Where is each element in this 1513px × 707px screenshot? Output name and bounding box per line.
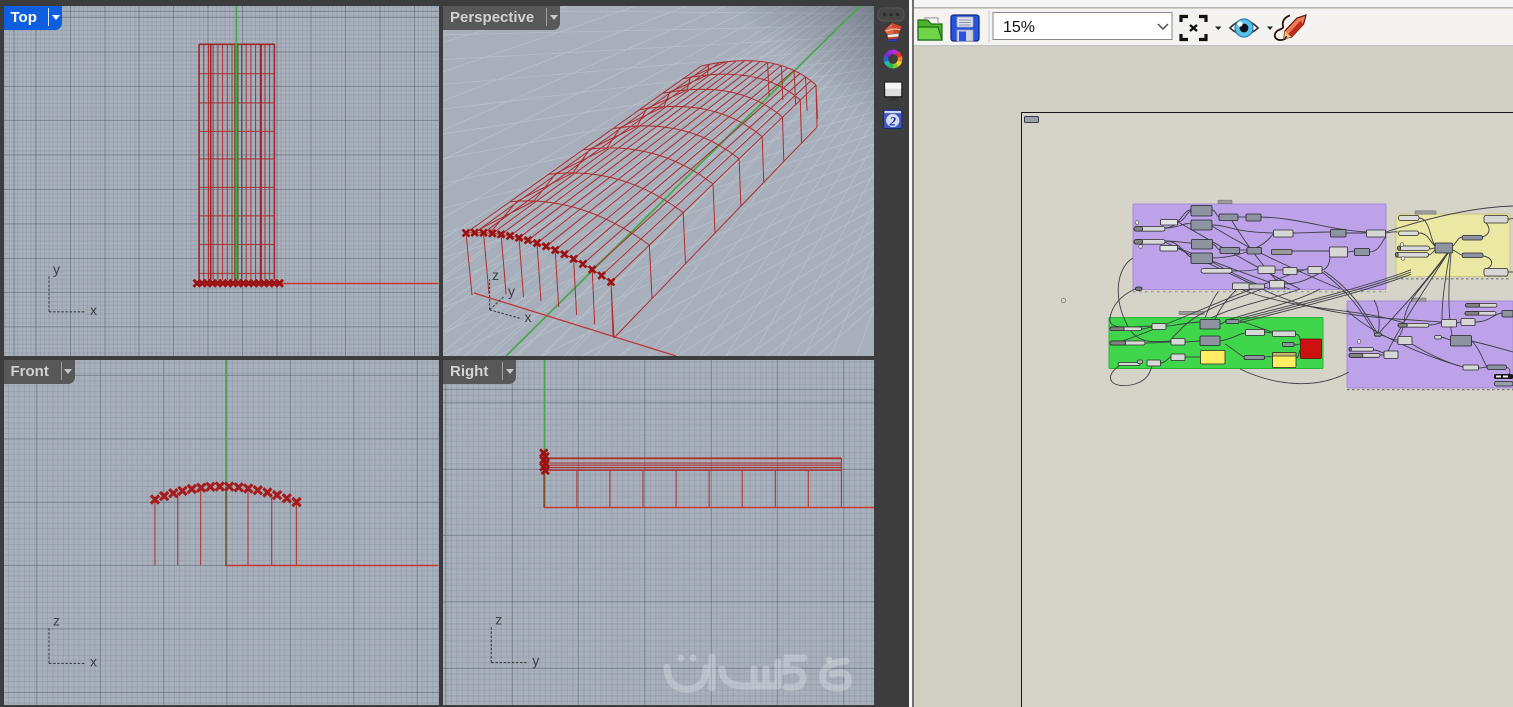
svg-text:y: y <box>508 283 515 299</box>
svg-text:z: z <box>495 612 502 628</box>
svg-text:x: x <box>525 309 532 325</box>
svg-text:z: z <box>53 612 60 628</box>
svg-text:z: z <box>492 267 499 283</box>
svg-text:x: x <box>90 653 97 669</box>
svg-text:y: y <box>532 653 539 669</box>
svg-text:y: y <box>53 261 60 277</box>
svg-text:x: x <box>90 302 97 318</box>
